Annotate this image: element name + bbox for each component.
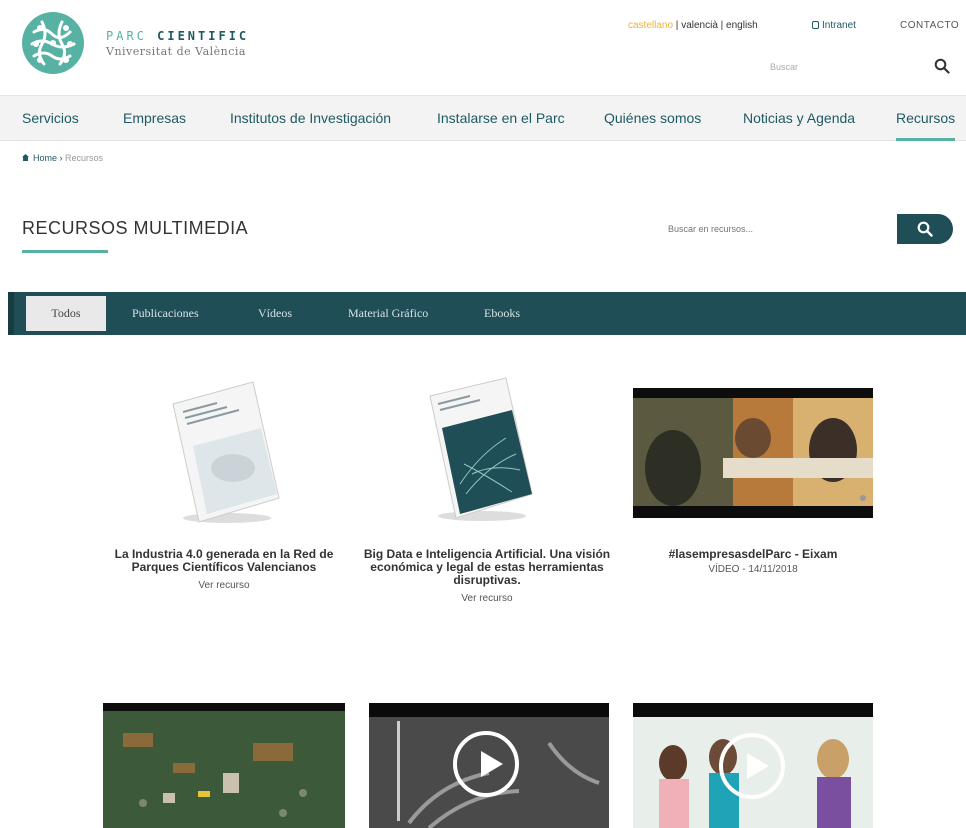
video-thumbnail-6[interactable]: [633, 703, 873, 828]
breadcrumb: Home › Recursos: [22, 153, 103, 163]
nav-item-recursos[interactable]: Recursos: [896, 110, 956, 141]
breadcrumb-current: Recursos: [65, 153, 104, 163]
lock-icon: [812, 21, 819, 29]
search-icon: [917, 221, 933, 237]
language-switcher: castellano | valencià | english: [628, 20, 758, 31]
intranet-link[interactable]: Intranet: [812, 20, 856, 31]
site-header: PARC CIENTIFIC Vniversitat de València c…: [0, 0, 966, 95]
card-1-link[interactable]: Ver recurso: [106, 580, 342, 591]
logo-mark-icon: [22, 12, 84, 74]
lang-castellano[interactable]: castellano: [628, 20, 673, 31]
card-3-date: VÍDEO - 14/11/2018: [708, 564, 798, 575]
card-1-cover[interactable]: [165, 376, 285, 526]
card-3: #lasempresasdelParc - Eixam VÍDEO - 14/1…: [633, 548, 873, 576]
logo-title: PARC CIENTIFIC: [106, 28, 250, 43]
filter-bar: Todos Publicaciones Vídeos Material Gráf…: [8, 292, 966, 335]
main-nav: Servicios Empresas Institutos de Investi…: [0, 95, 966, 141]
card-2-link[interactable]: Ver recurso: [362, 593, 612, 604]
card-1-title[interactable]: La Industria 4.0 generada en la Red de P…: [106, 548, 342, 574]
video-thumbnail-4[interactable]: [103, 703, 345, 828]
lang-valencia[interactable]: valencià: [681, 20, 718, 31]
breadcrumb-home[interactable]: Home: [33, 153, 57, 163]
nav-item-quienes-somos[interactable]: Quiénes somos: [604, 110, 701, 126]
video-thumbnail-5[interactable]: [369, 703, 609, 828]
home-icon: [22, 154, 29, 161]
card-2: Big Data e Inteligencia Artificial. Una …: [362, 548, 612, 605]
nav-item-servicios[interactable]: Servicios: [22, 110, 79, 126]
resource-search-input[interactable]: [668, 214, 898, 244]
header-search-input[interactable]: Buscar: [770, 62, 798, 72]
play-icon: [453, 731, 519, 797]
filter-tab-todos[interactable]: Todos: [26, 296, 106, 331]
card-3-title[interactable]: #lasempresasdelParc - Eixam: [633, 548, 873, 561]
nav-item-noticias[interactable]: Noticias y Agenda: [743, 110, 855, 126]
filter-tab-ebooks[interactable]: Ebooks: [484, 306, 520, 321]
card-1: La Industria 4.0 generada en la Red de P…: [106, 548, 342, 592]
card-2-cover[interactable]: [420, 374, 540, 524]
nav-item-instalarse[interactable]: Instalarse en el Parc: [437, 110, 565, 126]
nav-item-institutos[interactable]: Institutos de Investigación: [230, 110, 391, 126]
play-icon: [719, 733, 785, 799]
title-underline: [22, 250, 108, 253]
resource-search-button[interactable]: [897, 214, 953, 244]
contacto-link[interactable]: CONTACTO: [900, 20, 959, 31]
filter-tab-material-grafico[interactable]: Material Gráfico: [348, 306, 428, 321]
page-title: RECURSOS MULTIMEDIA: [22, 218, 249, 238]
card-3-thumbnail[interactable]: [633, 388, 873, 518]
lang-english[interactable]: english: [726, 20, 758, 31]
search-icon[interactable]: [934, 58, 950, 79]
nav-item-empresas[interactable]: Empresas: [123, 110, 186, 126]
filter-tab-videos[interactable]: Vídeos: [258, 306, 292, 321]
card-2-title[interactable]: Big Data e Inteligencia Artificial. Una …: [362, 548, 612, 587]
filter-tab-publicaciones[interactable]: Publicaciones: [132, 306, 199, 321]
site-logo[interactable]: PARC CIENTIFIC Vniversitat de València: [22, 12, 249, 74]
logo-subtitle: Vniversitat de València: [106, 44, 246, 58]
resource-search: [668, 214, 898, 244]
